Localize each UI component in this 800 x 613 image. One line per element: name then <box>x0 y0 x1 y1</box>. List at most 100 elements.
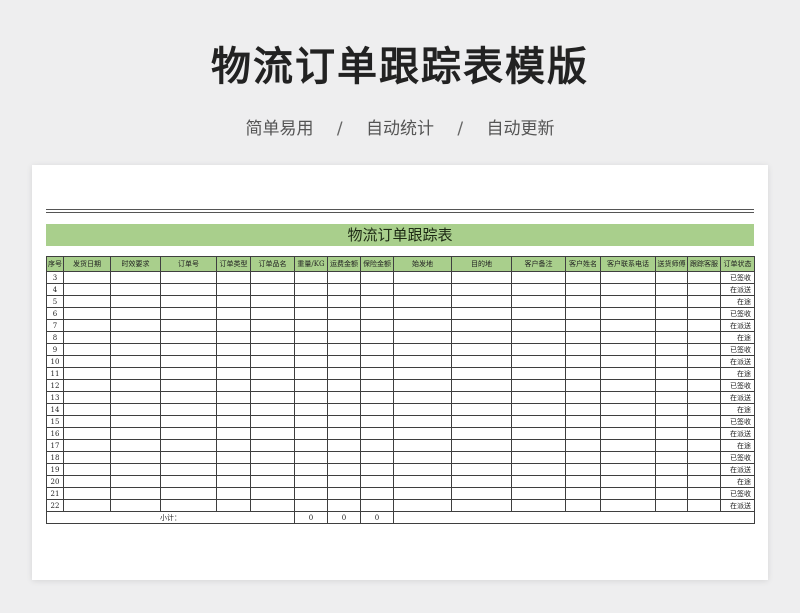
table-cell[interactable] <box>511 451 566 464</box>
table-cell[interactable] <box>451 391 512 404</box>
table-cell[interactable] <box>360 439 394 452</box>
table-cell[interactable] <box>393 463 452 476</box>
row-number-cell[interactable]: 12 <box>46 379 64 392</box>
table-cell[interactable] <box>565 451 601 464</box>
table-cell[interactable] <box>451 499 512 512</box>
table-cell[interactable] <box>393 427 452 440</box>
table-cell[interactable] <box>565 379 601 392</box>
table-cell[interactable] <box>360 427 394 440</box>
table-cell[interactable] <box>451 475 512 488</box>
table-cell[interactable] <box>511 463 566 476</box>
table-cell[interactable] <box>250 331 295 344</box>
table-cell[interactable] <box>600 403 656 416</box>
order-status-cell[interactable]: 在派送 <box>720 463 755 476</box>
row-number-cell[interactable]: 6 <box>46 307 64 320</box>
table-cell[interactable] <box>600 427 656 440</box>
table-cell[interactable] <box>216 403 251 416</box>
table-cell[interactable] <box>451 451 512 464</box>
table-cell[interactable] <box>655 283 688 296</box>
row-number-cell[interactable]: 18 <box>46 451 64 464</box>
table-cell[interactable] <box>250 427 295 440</box>
table-cell[interactable] <box>511 343 566 356</box>
table-cell[interactable] <box>565 319 601 332</box>
table-cell[interactable] <box>216 295 251 308</box>
table-cell[interactable] <box>360 331 394 344</box>
table-cell[interactable] <box>327 427 361 440</box>
table-cell[interactable] <box>565 499 601 512</box>
table-cell[interactable] <box>565 283 601 296</box>
table-cell[interactable] <box>511 379 566 392</box>
table-cell[interactable] <box>511 439 566 452</box>
table-cell[interactable] <box>110 391 161 404</box>
table-cell[interactable] <box>360 355 394 368</box>
table-cell[interactable] <box>110 271 161 284</box>
table-cell[interactable] <box>63 295 111 308</box>
table-cell[interactable] <box>294 379 328 392</box>
table-cell[interactable] <box>687 391 721 404</box>
table-cell[interactable] <box>451 307 512 320</box>
table-cell[interactable] <box>63 427 111 440</box>
table-cell[interactable] <box>160 463 217 476</box>
table-cell[interactable] <box>327 391 361 404</box>
table-cell[interactable] <box>110 319 161 332</box>
table-cell[interactable] <box>250 271 295 284</box>
table-cell[interactable] <box>160 343 217 356</box>
table-cell[interactable] <box>294 307 328 320</box>
table-cell[interactable] <box>110 343 161 356</box>
table-cell[interactable] <box>250 499 295 512</box>
order-status-cell[interactable]: 在派送 <box>720 355 755 368</box>
row-number-cell[interactable]: 8 <box>46 331 64 344</box>
order-status-cell[interactable]: 在派送 <box>720 427 755 440</box>
order-status-cell[interactable]: 已签收 <box>720 451 755 464</box>
table-cell[interactable] <box>327 403 361 416</box>
table-cell[interactable] <box>360 271 394 284</box>
table-cell[interactable] <box>511 307 566 320</box>
table-cell[interactable] <box>63 283 111 296</box>
table-cell[interactable] <box>294 403 328 416</box>
table-cell[interactable] <box>160 307 217 320</box>
table-cell[interactable] <box>655 379 688 392</box>
table-cell[interactable] <box>160 283 217 296</box>
table-cell[interactable] <box>393 319 452 332</box>
table-cell[interactable] <box>216 379 251 392</box>
table-cell[interactable] <box>160 475 217 488</box>
table-cell[interactable] <box>110 427 161 440</box>
table-cell[interactable] <box>327 439 361 452</box>
table-cell[interactable] <box>511 487 566 500</box>
table-cell[interactable] <box>655 415 688 428</box>
table-cell[interactable] <box>655 463 688 476</box>
table-cell[interactable] <box>565 403 601 416</box>
table-cell[interactable] <box>687 427 721 440</box>
table-cell[interactable] <box>294 427 328 440</box>
row-number-cell[interactable]: 22 <box>46 499 64 512</box>
table-cell[interactable] <box>216 427 251 440</box>
table-cell[interactable] <box>393 343 452 356</box>
order-status-cell[interactable]: 在派送 <box>720 499 755 512</box>
table-cell[interactable] <box>63 331 111 344</box>
table-cell[interactable] <box>511 283 566 296</box>
table-cell[interactable] <box>110 499 161 512</box>
table-cell[interactable] <box>393 415 452 428</box>
table-cell[interactable] <box>216 415 251 428</box>
table-cell[interactable] <box>63 415 111 428</box>
table-cell[interactable] <box>63 403 111 416</box>
table-cell[interactable] <box>600 463 656 476</box>
table-cell[interactable] <box>63 367 111 380</box>
table-cell[interactable] <box>360 475 394 488</box>
table-cell[interactable] <box>451 319 512 332</box>
table-cell[interactable] <box>687 439 721 452</box>
table-cell[interactable] <box>393 475 452 488</box>
table-cell[interactable] <box>110 367 161 380</box>
table-cell[interactable] <box>360 367 394 380</box>
table-cell[interactable] <box>110 487 161 500</box>
table-cell[interactable] <box>63 307 111 320</box>
table-cell[interactable] <box>600 499 656 512</box>
row-number-cell[interactable]: 9 <box>46 343 64 356</box>
table-cell[interactable] <box>327 379 361 392</box>
table-cell[interactable] <box>393 295 452 308</box>
table-cell[interactable] <box>511 415 566 428</box>
table-cell[interactable] <box>655 451 688 464</box>
table-cell[interactable] <box>565 307 601 320</box>
table-cell[interactable] <box>294 271 328 284</box>
table-cell[interactable] <box>327 271 361 284</box>
